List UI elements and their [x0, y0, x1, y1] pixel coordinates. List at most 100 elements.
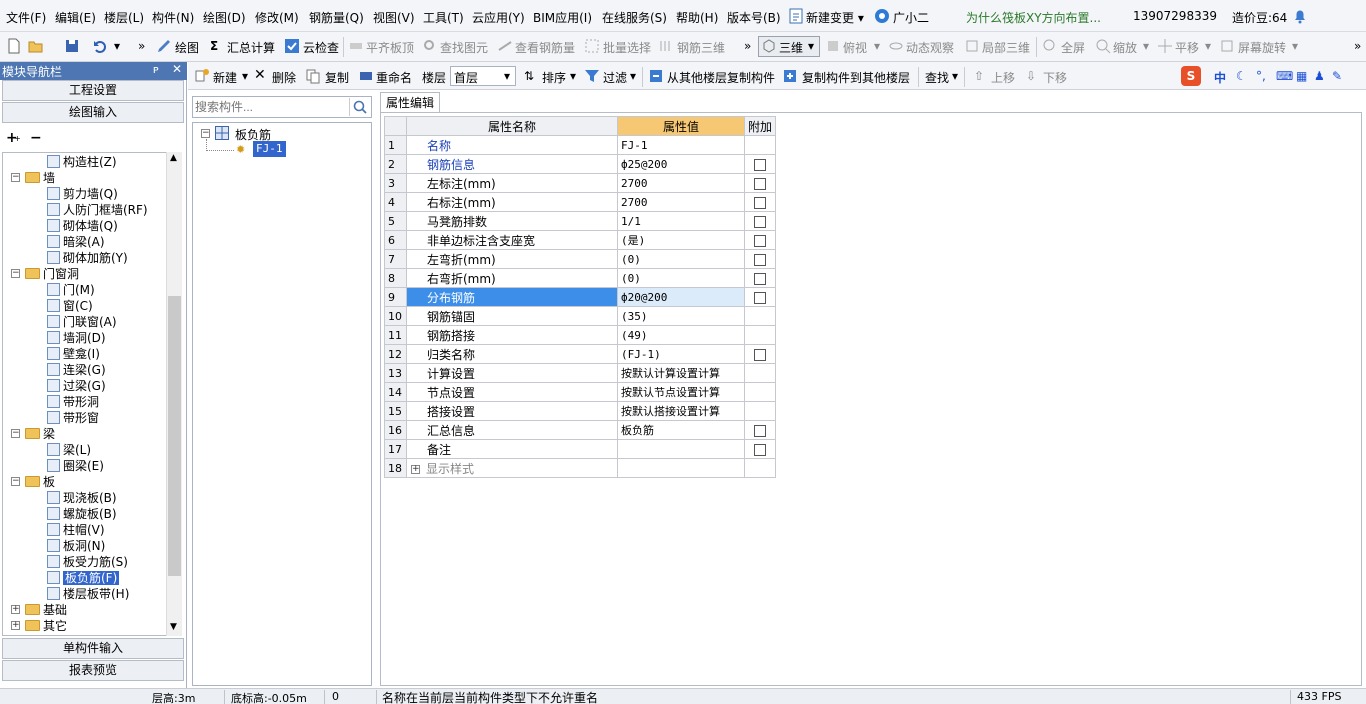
property-row[interactable]: 16 汇总信息 板负筋 [384, 420, 777, 440]
filter-dropdown-icon[interactable]: ▾ [630, 69, 636, 83]
attach-checkbox[interactable] [754, 177, 766, 190]
zoom-button[interactable]: 缩放 [1113, 39, 1137, 56]
ime-logo-icon[interactable]: S [1181, 66, 1201, 86]
tree-item[interactable]: 构造柱(Z) [47, 154, 117, 170]
drawing-input-button[interactable]: 绘图输入 [2, 102, 184, 123]
menu-rebar[interactable]: 钢筋量(Q) [309, 9, 364, 26]
component-search-input[interactable] [195, 99, 345, 115]
property-row[interactable]: 11 钢筋搭接 (49) [384, 325, 777, 345]
property-value[interactable]: 2700 [617, 173, 745, 193]
batch-select-button[interactable]: 批量选择 [603, 39, 651, 56]
property-value[interactable]: ф25@200 [617, 154, 745, 174]
draw-button[interactable]: 绘图 [175, 39, 199, 56]
tree-item-fj1[interactable]: FJ-1 [253, 141, 286, 157]
close-icon[interactable]: ✕ [172, 62, 182, 76]
attach-checkbox[interactable] [754, 291, 766, 304]
rotate-dropdown-icon[interactable]: ▾ [1292, 39, 1298, 53]
attach-checkbox[interactable] [754, 443, 766, 456]
ime-punct-icon[interactable]: °, [1256, 69, 1266, 83]
property-value[interactable]: FJ-1 [617, 135, 745, 155]
tree-item[interactable]: 人防门框墙(RF) [47, 202, 148, 218]
tree-item[interactable]: 梁(L) [47, 442, 91, 458]
tree-item[interactable]: 带形窗 [47, 410, 99, 426]
tree-item[interactable]: 砌体加筋(Y) [47, 250, 128, 266]
save-icon[interactable] [64, 38, 80, 54]
fullscreen-button[interactable]: 全屏 [1061, 39, 1085, 56]
menu-modify[interactable]: 修改(M) [255, 9, 299, 26]
view-rebar-qty-button[interactable]: 查看钢筋量 [515, 39, 575, 56]
scroll-thumb[interactable] [168, 296, 181, 576]
tree-item[interactable]: 连梁(G) [47, 362, 106, 378]
tree-item[interactable]: 板负筋(F) [47, 570, 120, 586]
new-file-icon[interactable] [6, 38, 22, 54]
single-component-input-button[interactable]: 单构件输入 [2, 638, 184, 659]
find-element-button[interactable]: 查找图元 [440, 39, 488, 56]
floor-dropdown-icon[interactable]: ▾ [504, 69, 510, 83]
delete-component-button[interactable]: 删除 [272, 69, 296, 86]
property-row[interactable]: 15 搭接设置 按默认搭接设置计算 [384, 401, 777, 421]
move-down-button[interactable]: 下移 [1043, 69, 1067, 86]
property-row[interactable]: 14 节点设置 按默认节点设置计算 [384, 382, 777, 402]
report-preview-button[interactable]: 报表预览 [2, 660, 184, 681]
menu-draw[interactable]: 绘图(D) [203, 9, 246, 26]
property-value[interactable] [617, 439, 745, 459]
menu-help[interactable]: 帮助(H) [676, 9, 718, 26]
property-value[interactable]: 按默认计算设置计算 [617, 363, 745, 383]
project-settings-button[interactable]: 工程设置 [2, 80, 184, 101]
attach-checkbox[interactable] [754, 424, 766, 437]
menu-floor[interactable]: 楼层(L) [104, 9, 144, 26]
top-view-button[interactable]: 俯视 [843, 39, 867, 56]
more-chevron-icon[interactable]: » [138, 39, 145, 53]
menu-bim[interactable]: BIM应用(I) [533, 9, 592, 26]
menu-edit[interactable]: 编辑(E) [55, 9, 96, 26]
collapse-icon[interactable]: − [11, 429, 20, 438]
property-value[interactable]: 按默认节点设置计算 [617, 382, 745, 402]
property-row[interactable]: 13 计算设置 按默认计算设置计算 [384, 363, 777, 383]
property-row[interactable]: 1 名称 FJ-1 [384, 135, 777, 155]
open-folder-icon[interactable] [28, 38, 44, 54]
attach-checkbox[interactable] [754, 158, 766, 171]
tree-item[interactable]: 过梁(G) [47, 378, 106, 394]
property-value[interactable]: ф20@200 [617, 287, 745, 307]
new-dropdown-icon[interactable]: ▾ [242, 69, 248, 83]
tree-item[interactable]: 板受力筋(S) [47, 554, 128, 570]
property-value[interactable]: 1/1 [617, 211, 745, 231]
tree-item[interactable]: 暗梁(A) [47, 234, 105, 250]
attach-checkbox[interactable] [754, 196, 766, 209]
property-row[interactable]: 17 备注 [384, 439, 777, 459]
attach-checkbox[interactable] [754, 215, 766, 228]
ime-moon-icon[interactable]: ☾ [1236, 69, 1247, 83]
tree-item[interactable]: 圈梁(E) [47, 458, 104, 474]
property-value[interactable]: 板负筋 [617, 420, 745, 440]
expand-icon[interactable]: + [411, 464, 420, 474]
property-row[interactable]: 5 马凳筋排数 1/1 [384, 211, 777, 231]
property-row[interactable]: 4 右标注(mm) 2700 [384, 192, 777, 212]
zoom-dropdown-icon[interactable]: ▾ [1143, 39, 1149, 53]
notification-bell-icon[interactable] [1292, 8, 1308, 24]
ime-tools-icon[interactable]: ✎ [1332, 69, 1342, 83]
expand-icon[interactable]: + [11, 621, 20, 630]
sort-dropdown-icon[interactable]: ▾ [570, 69, 576, 83]
menu-file[interactable]: 文件(F) [6, 9, 46, 26]
new-component-button[interactable]: 新建 [213, 69, 237, 86]
collapse-icon[interactable]: − [11, 477, 20, 486]
align-slab-top-button[interactable]: 平齐板顶 [366, 39, 414, 56]
tree-item[interactable]: 砌体墙(Q) [47, 218, 118, 234]
copy-component-button[interactable]: 复制 [325, 69, 349, 86]
property-row[interactable]: 6 非单边标注含支座宽 (是) [384, 230, 777, 250]
rename-component-button[interactable]: 重命名 [376, 69, 412, 86]
property-row[interactable]: 9 分布钢筋 ф20@200 [384, 287, 777, 307]
local-3d-button[interactable]: 局部三维 [982, 39, 1030, 56]
property-row[interactable]: 7 左弯折(mm) (0) [384, 249, 777, 269]
summary-calc-button[interactable]: 汇总计算 [227, 39, 275, 56]
property-value[interactable]: (35) [617, 306, 745, 326]
tree-item[interactable]: 墙洞(D) [47, 330, 106, 346]
pan-button[interactable]: 平移 [1175, 39, 1199, 56]
collapse-icon[interactable]: − [11, 173, 20, 182]
tree-item[interactable]: 门联窗(A) [47, 314, 117, 330]
sort-button[interactable]: 排序 [542, 69, 566, 86]
find-button[interactable]: 查找 [925, 69, 949, 86]
scroll-up-icon[interactable]: ▲ [170, 153, 177, 163]
property-row[interactable]: 2 钢筋信息 ф25@200 [384, 154, 777, 174]
copy-to-other-floor-button[interactable]: 复制构件到其他楼层 [802, 69, 910, 86]
